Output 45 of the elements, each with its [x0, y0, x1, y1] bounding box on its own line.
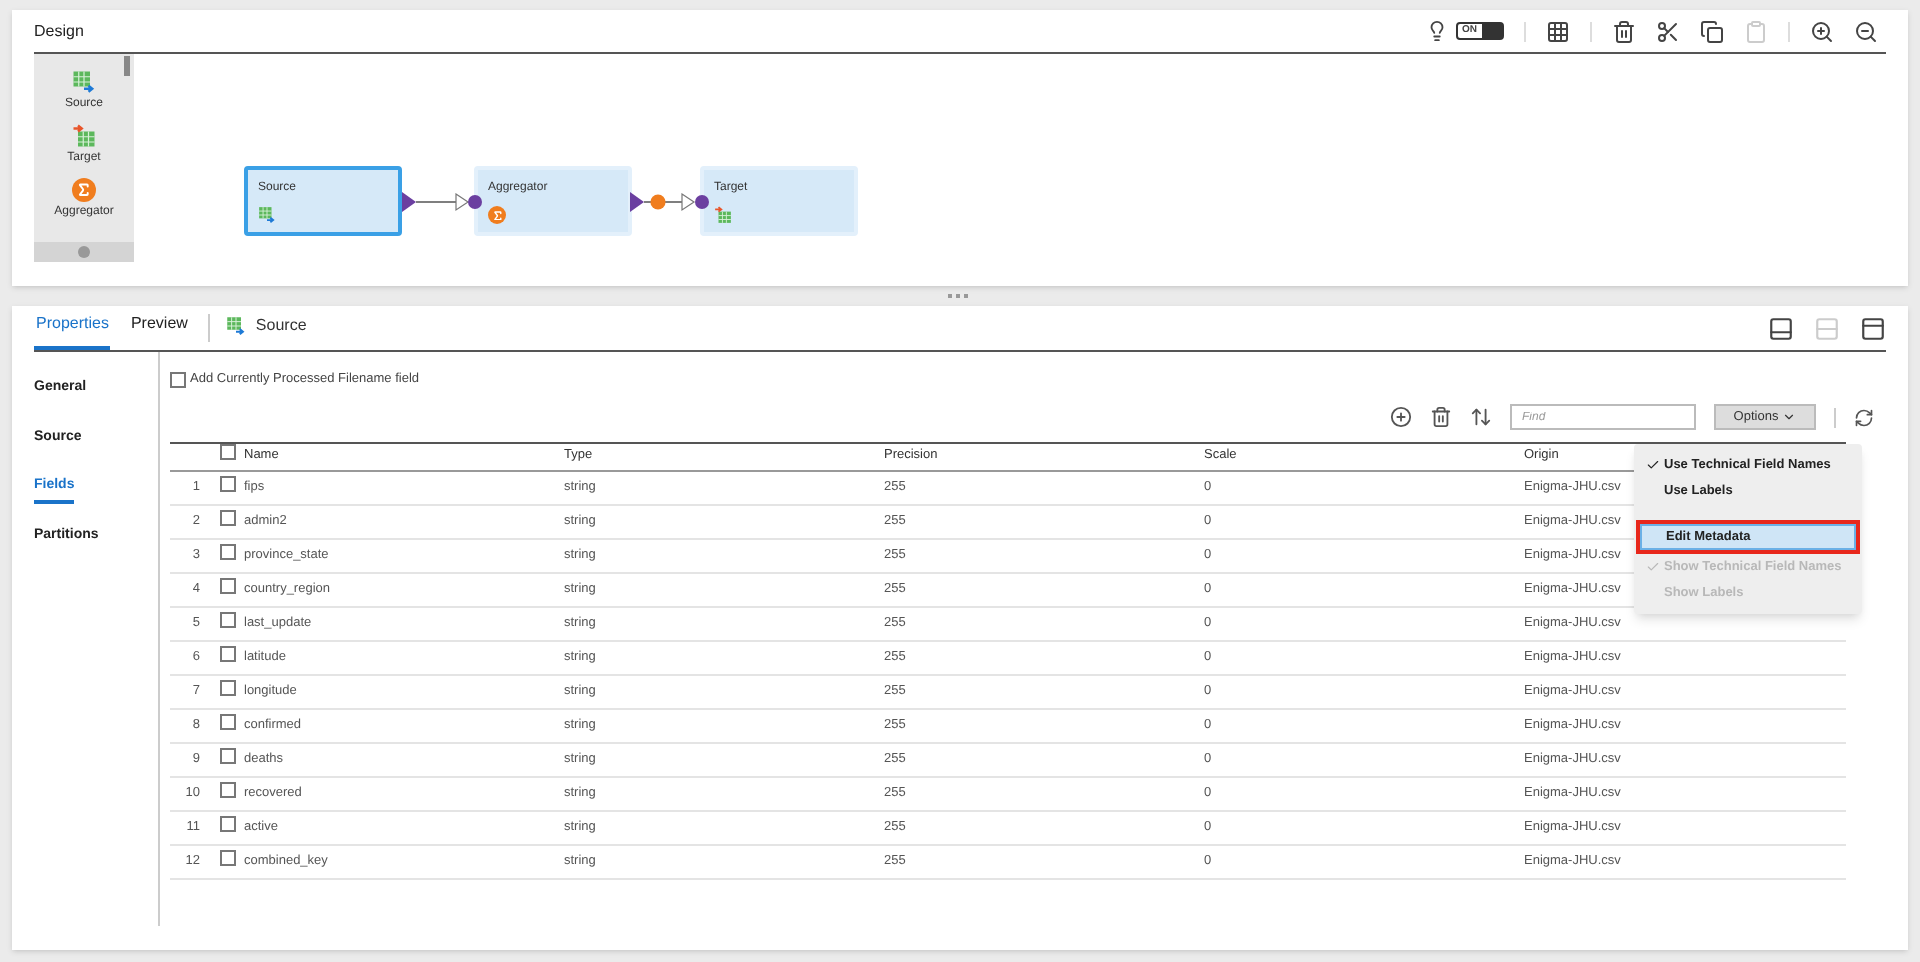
checkbox[interactable] [220, 509, 236, 526]
checkbox[interactable] [220, 475, 236, 492]
check-icon [1645, 560, 1659, 574]
copy-icon[interactable] [1700, 19, 1724, 43]
checkbox[interactable] [220, 543, 236, 560]
zoom-in-icon[interactable] [1810, 19, 1834, 43]
sort-icon[interactable] [1470, 406, 1492, 429]
panel-bottom-icon[interactable] [1768, 316, 1794, 342]
splitter-handle[interactable] [948, 294, 972, 298]
add-icon[interactable] [1390, 406, 1412, 429]
scrollbar [124, 56, 130, 76]
checkbox[interactable] [220, 679, 236, 696]
lightbulb-icon[interactable] [1426, 20, 1448, 42]
panel-top-icon[interactable] [1860, 316, 1886, 342]
sigma-icon [488, 206, 506, 224]
chevron-down-icon [1782, 410, 1797, 425]
checkbox[interactable] [220, 611, 236, 628]
sigma-icon [72, 178, 96, 202]
grid-icon[interactable] [1546, 19, 1570, 43]
check-icon [1645, 458, 1659, 472]
checkbox[interactable] [220, 713, 236, 730]
delete-icon[interactable] [1612, 19, 1636, 43]
tab[interactable]: Preview [128, 312, 190, 350]
table-arrow-icon [258, 206, 276, 224]
cut-icon[interactable] [1656, 19, 1680, 43]
checkbox[interactable] [220, 849, 236, 866]
connector [630, 190, 710, 214]
checkbox[interactable] [220, 444, 236, 461]
checkbox[interactable] [220, 645, 236, 662]
checkbox[interactable] [220, 747, 236, 764]
checkbox[interactable] [220, 781, 236, 798]
table-arrow-icon [71, 70, 96, 94]
table-arrow-icon [72, 124, 96, 148]
refresh-icon[interactable] [1854, 407, 1874, 428]
checkbox[interactable] [220, 577, 236, 594]
delete-icon[interactable] [1430, 406, 1452, 429]
tab[interactable]: Properties [34, 312, 111, 350]
checkbox[interactable] [170, 371, 186, 388]
checkbox[interactable] [220, 815, 236, 832]
object-label: Source [255, 314, 307, 338]
zoom-out-icon[interactable] [1854, 19, 1878, 43]
connector [402, 190, 482, 214]
table-arrow-icon [225, 316, 246, 336]
panel-title: Design [34, 19, 84, 43]
table-arrow-icon [714, 206, 732, 224]
